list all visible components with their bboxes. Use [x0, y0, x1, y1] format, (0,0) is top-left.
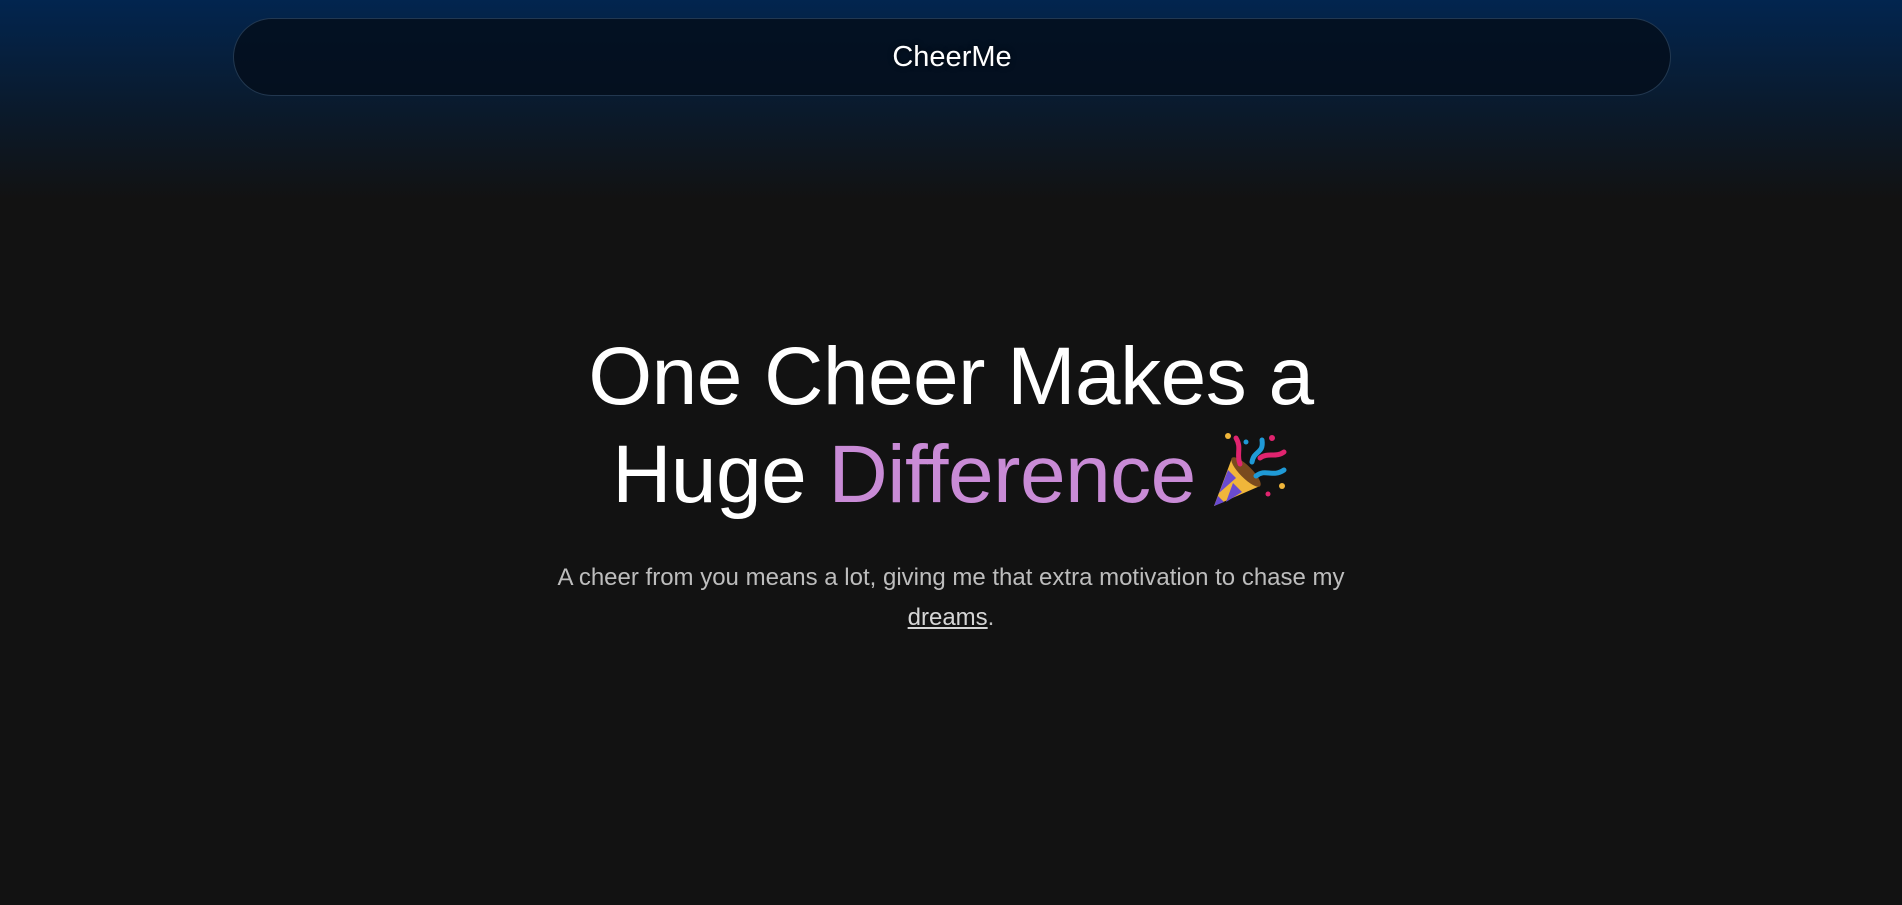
- party-popper-icon: [1206, 428, 1290, 512]
- brand-logo-link[interactable]: CheerMe: [892, 41, 1011, 74]
- hero-subtitle: A cheer from you means a lot, giving me …: [541, 558, 1361, 638]
- dreams-link[interactable]: dreams: [908, 604, 988, 631]
- headline-line-1: One Cheer Makes a: [588, 331, 1314, 422]
- top-navbar: CheerMe: [233, 18, 1671, 96]
- headline-accent-word: Difference: [828, 429, 1197, 520]
- subtitle-text: A cheer from you means a lot, giving me …: [557, 564, 1345, 591]
- headline-line-2-start: Huge: [612, 429, 829, 520]
- subtitle-end: .: [987, 604, 995, 631]
- hero-headline: One Cheer Makes a Huge Difference: [0, 328, 1902, 524]
- hero-section: One Cheer Makes a Huge Difference A chee…: [0, 328, 1902, 638]
